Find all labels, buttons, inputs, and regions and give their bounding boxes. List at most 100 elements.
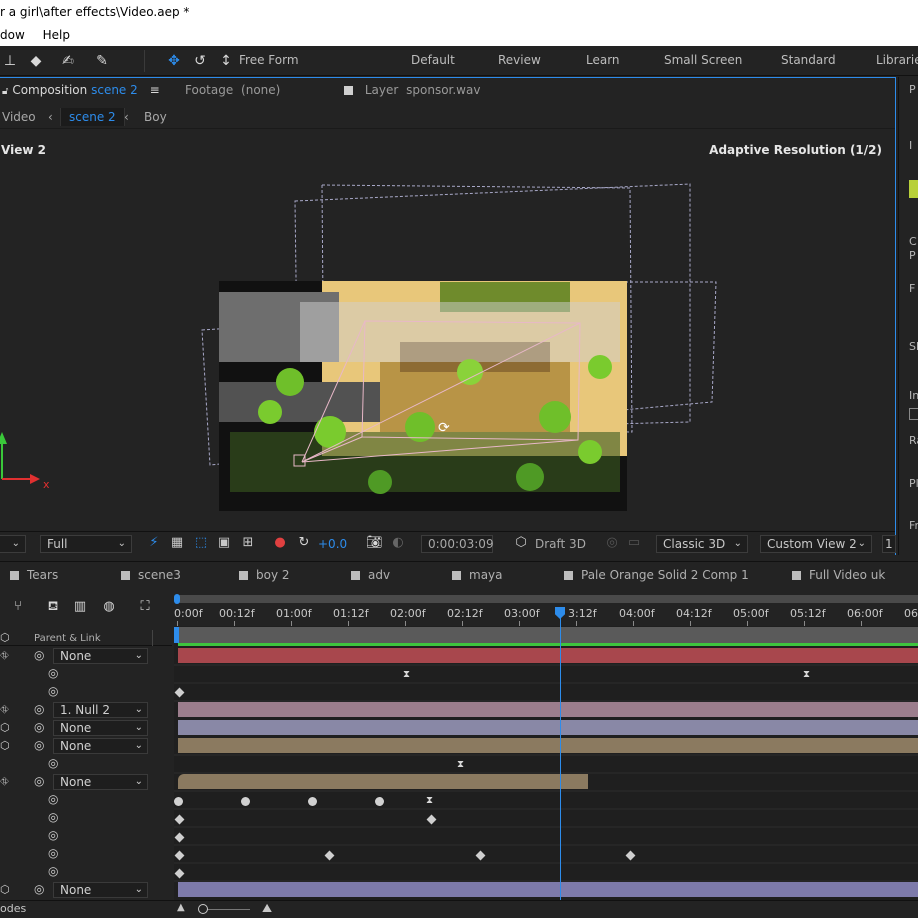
extended-viewer-icon[interactable]: ◎ bbox=[604, 535, 620, 551]
auto-bezier-keyframe[interactable] bbox=[308, 797, 317, 806]
mask-visibility-icon[interactable]: ⬚ bbox=[193, 535, 209, 551]
parent-select[interactable]: None ⌄ bbox=[53, 648, 148, 664]
local-axis-mode-icon[interactable]: ✥ bbox=[164, 52, 184, 70]
pick-whip-icon[interactable]: ◎ bbox=[34, 720, 44, 734]
draft-3d-icon[interactable]: ⬡ bbox=[513, 535, 529, 551]
parent-select[interactable]: None ⌄ bbox=[53, 882, 148, 898]
pick-whip-icon[interactable]: ◎ bbox=[34, 882, 44, 896]
breadcrumb-video[interactable]: Video bbox=[2, 110, 36, 124]
snapshot-icon[interactable]: 📷︎ bbox=[366, 535, 383, 551]
view-layout-select[interactable]: 1 bbox=[882, 535, 896, 553]
tab-full-video-uk[interactable]: Full Video uk bbox=[792, 568, 885, 582]
parent-select[interactable]: None ⌄ bbox=[53, 774, 148, 790]
work-area-start-handle[interactable] bbox=[174, 594, 180, 604]
grid-guides-icon[interactable]: ⊞ bbox=[240, 535, 256, 551]
property-row[interactable]: ◎ bbox=[0, 827, 172, 845]
pick-whip-icon[interactable]: ◎ bbox=[34, 648, 44, 662]
checkbox[interactable] bbox=[909, 408, 918, 420]
layer-row[interactable]: ⛗ ◎ 1. Null 2 ⌄ bbox=[0, 701, 172, 719]
time-navigator[interactable] bbox=[174, 627, 918, 643]
workspace-standard[interactable]: Standard bbox=[781, 53, 836, 67]
breadcrumb-boy[interactable]: Boy bbox=[144, 110, 167, 124]
layer-row[interactable]: ⬡ ◎ None ⌄ bbox=[0, 881, 172, 899]
layer-row[interactable]: ⛗ ◎ None ⌄ bbox=[0, 773, 172, 791]
transparency-grid-icon[interactable]: ▦ bbox=[169, 535, 185, 551]
pick-whip-icon[interactable]: ◎ bbox=[48, 864, 58, 878]
tab-boy-2[interactable]: boy 2 bbox=[239, 568, 290, 582]
pick-whip-icon[interactable]: ◎ bbox=[48, 756, 58, 770]
composition-flowchart-icon[interactable]: ⑂ bbox=[8, 598, 28, 616]
layer-duration-bar[interactable] bbox=[178, 738, 918, 753]
hold-keyframe-icon[interactable]: ⧗ bbox=[403, 669, 410, 680]
toggle-switches-modes[interactable]: odes bbox=[0, 902, 26, 915]
eraser-icon[interactable]: ◆ bbox=[26, 52, 46, 70]
renderer-select[interactable]: Classic 3D ⌄ bbox=[656, 535, 748, 553]
layer-duration-bar[interactable] bbox=[178, 702, 918, 717]
auto-bezier-keyframe[interactable] bbox=[241, 797, 250, 806]
property-row[interactable]: ◎ bbox=[0, 791, 172, 809]
free-form-label[interactable]: Free Form bbox=[239, 53, 299, 67]
zoom-slider-handle[interactable] bbox=[198, 904, 208, 914]
workspace-review[interactable]: Review bbox=[498, 53, 541, 67]
layer-row[interactable]: ⬡ ◎ None ⌄ bbox=[0, 737, 172, 755]
property-row[interactable]: ◎ bbox=[0, 665, 172, 683]
region-of-interest-icon[interactable]: ▣ bbox=[216, 535, 232, 551]
tab-tears[interactable]: Tears bbox=[10, 568, 58, 582]
tab-maya[interactable]: maya bbox=[452, 568, 503, 582]
workspace-small-screen[interactable]: Small Screen bbox=[664, 53, 742, 67]
pick-whip-icon[interactable]: ◎ bbox=[48, 792, 58, 806]
current-time-display[interactable]: 0:00:03:09 bbox=[421, 535, 494, 553]
layer-duration-bar[interactable] bbox=[178, 720, 918, 735]
property-row[interactable]: ◎ bbox=[0, 683, 172, 701]
timeline-graph[interactable]: 0:00f 00:12f 01:00f 01:12f 02:00f 02:12f… bbox=[174, 590, 918, 908]
pick-whip-icon[interactable]: ◎ bbox=[48, 666, 58, 680]
color-swatch[interactable] bbox=[909, 180, 918, 198]
pick-whip-icon[interactable]: ◎ bbox=[34, 702, 44, 716]
reset-exposure-icon[interactable]: ↻ bbox=[296, 535, 312, 551]
graph-editor-icon[interactable]: ⛶ bbox=[135, 598, 155, 616]
roto-brush-icon[interactable]: ✍ bbox=[58, 52, 78, 70]
hold-keyframe-icon[interactable]: ⧗ bbox=[457, 759, 464, 770]
hold-keyframe-icon[interactable]: ⧗ bbox=[426, 795, 433, 806]
pick-whip-icon[interactable]: ◎ bbox=[34, 774, 44, 788]
ground-plane-icon[interactable]: ▭ bbox=[626, 535, 642, 551]
layer-duration-bar[interactable] bbox=[178, 774, 588, 789]
work-area-bar[interactable] bbox=[176, 595, 918, 603]
zoom-in-icon[interactable]: ⛰ bbox=[262, 901, 272, 916]
magnification-select[interactable]: ⌄ bbox=[0, 535, 26, 553]
menu-window[interactable]: dow bbox=[0, 24, 25, 46]
parent-select[interactable]: None ⌄ bbox=[53, 720, 148, 736]
tab-composition[interactable]: 🔓︎ Composition scene 2 ≡ bbox=[2, 83, 160, 97]
breadcrumb-scene-2[interactable]: scene 2 bbox=[60, 108, 125, 126]
motion-blur-icon[interactable]: ◍ bbox=[99, 598, 119, 616]
scene-3d-preview[interactable]: ⟳ x bbox=[0, 132, 895, 529]
workspace-learn[interactable]: Learn bbox=[586, 53, 620, 67]
navigator-start-handle[interactable] bbox=[174, 627, 179, 643]
layer-row[interactable]: ⬡ ◎ None ⌄ bbox=[0, 719, 172, 737]
view-axis-mode-icon[interactable]: ↕ bbox=[216, 52, 236, 70]
fast-previews-icon[interactable]: ⚡ bbox=[146, 535, 162, 551]
puppet-pin-icon[interactable]: ✎ bbox=[92, 52, 112, 70]
3d-view-select[interactable]: Custom View 2 ⌄ bbox=[760, 535, 872, 553]
property-row[interactable]: ◎ bbox=[0, 845, 172, 863]
pick-whip-icon[interactable]: ◎ bbox=[48, 810, 58, 824]
property-row[interactable]: ◎ bbox=[0, 755, 172, 773]
workspace-libraries[interactable]: Libraries bbox=[876, 53, 918, 67]
workspace-default[interactable]: Default bbox=[411, 53, 455, 67]
hold-keyframe-icon[interactable]: ⧗ bbox=[803, 669, 810, 680]
layer-row[interactable]: ⛗ ◎ None ⌄ bbox=[0, 647, 172, 665]
exposure-value[interactable]: +0.0 bbox=[318, 537, 347, 551]
resolution-select[interactable]: Full ⌄ bbox=[40, 535, 132, 553]
pick-whip-icon[interactable]: ◎ bbox=[48, 684, 58, 698]
auto-bezier-keyframe[interactable] bbox=[375, 797, 384, 806]
pick-whip-icon[interactable]: ◎ bbox=[48, 828, 58, 842]
panel-menu-icon[interactable]: ≡ bbox=[150, 83, 160, 97]
show-snapshot-icon[interactable]: ◐ bbox=[390, 535, 406, 551]
frame-blending-icon[interactable]: ▥ bbox=[70, 598, 90, 616]
color-channels-icon[interactable]: ● bbox=[272, 535, 288, 551]
parent-select[interactable]: None ⌄ bbox=[53, 738, 148, 754]
layer-duration-bar[interactable] bbox=[178, 648, 918, 663]
time-ruler[interactable]: 0:00f 00:12f 01:00f 01:12f 02:00f 02:12f… bbox=[174, 590, 918, 626]
world-axis-mode-icon[interactable]: ↺ bbox=[190, 52, 210, 70]
composition-viewer[interactable]: View 2 Adaptive Resolution (1/2) ⟳ x bbox=[0, 132, 895, 529]
